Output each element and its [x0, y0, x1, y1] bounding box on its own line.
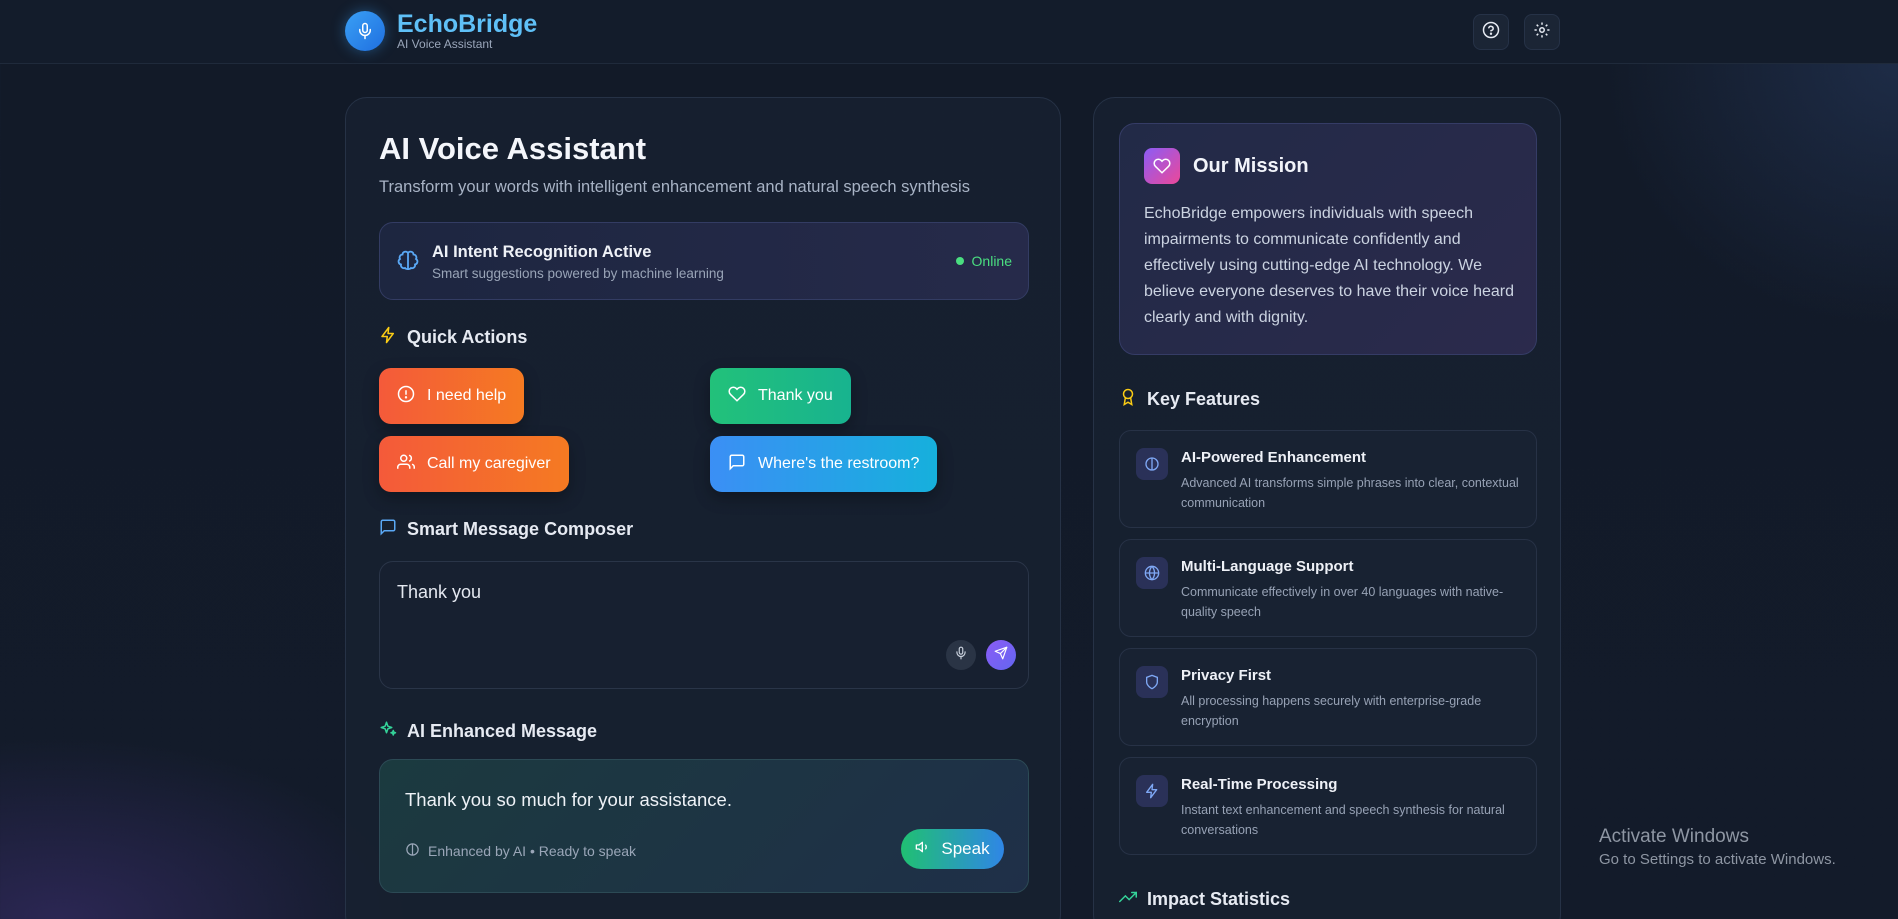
quick-action-restroom[interactable]: Where's the restroom?	[710, 436, 938, 492]
composer-text[interactable]: Thank you	[397, 582, 481, 603]
trending-up-icon	[1119, 888, 1137, 911]
activation-watermark-title: Activate Windows	[1599, 826, 1749, 847]
quick-action-label: Call my caregiver	[427, 455, 551, 472]
feature-item: Real-Time Processing Instant text enhanc…	[1119, 757, 1537, 855]
mission-title: Our Mission	[1193, 155, 1309, 177]
feature-desc: Instant text enhancement and speech synt…	[1181, 803, 1505, 837]
enhanced-message-text: Thank you so much for your assistance.	[405, 789, 732, 810]
alert-circle-icon	[397, 385, 415, 408]
feature-desc: Advanced AI transforms simple phrases in…	[1181, 476, 1519, 510]
quick-action-label: I need help	[427, 387, 507, 404]
send-icon	[994, 646, 1008, 665]
online-dot-icon	[955, 257, 964, 265]
page-subtitle: Transform your words with intelligent en…	[379, 178, 970, 196]
info-panel: Our Mission EchoBridge empowers individu…	[1093, 97, 1561, 919]
heart-icon	[728, 385, 746, 408]
zap-icon	[1136, 775, 1168, 807]
speak-button[interactable]: Speak	[901, 829, 1004, 869]
feature-title: Real-Time Processing	[1181, 776, 1338, 793]
award-icon	[1119, 388, 1137, 411]
enhanced-meta: Enhanced by AI • Ready to speak	[405, 842, 636, 860]
feature-item: Privacy First All processing happens sec…	[1119, 648, 1537, 746]
quick-action-label: Thank you	[758, 387, 833, 404]
microphone-icon	[345, 11, 385, 51]
brain-icon	[396, 249, 420, 278]
speaker-icon	[915, 839, 931, 860]
users-icon	[397, 453, 416, 476]
quick-action-thank-you[interactable]: Thank you	[710, 368, 851, 424]
activation-watermark-subtitle: Go to Settings to activate Windows.	[1599, 851, 1836, 868]
mission-card: Our Mission EchoBridge empowers individu…	[1119, 123, 1537, 355]
intent-subtitle: Smart suggestions powered by machine lea…	[432, 266, 724, 281]
heart-icon	[1144, 148, 1180, 184]
enhanced-message-card: Thank you so much for your assistance. E…	[379, 759, 1029, 893]
impact-statistics-heading: Impact Statistics	[1119, 888, 1290, 911]
key-features-heading: Key Features	[1119, 388, 1260, 411]
feature-desc: Communicate effectively in over 40 langu…	[1181, 585, 1504, 619]
globe-icon	[1136, 557, 1168, 589]
intent-recognition-banner: AI Intent Recognition Active Smart sugge…	[379, 222, 1029, 300]
feature-title: Multi-Language Support	[1181, 558, 1354, 575]
feature-item: Multi-Language Support Communicate effec…	[1119, 539, 1537, 637]
help-circle-icon	[1482, 21, 1500, 44]
gear-icon	[1533, 21, 1551, 44]
status-badge: Online	[955, 253, 1012, 269]
feature-item: AI-Powered Enhancement Advanced AI trans…	[1119, 430, 1537, 528]
top-bar: EchoBridge AI Voice Assistant	[0, 0, 1898, 64]
brand-subtitle: AI Voice Assistant	[397, 37, 493, 51]
quick-action-help[interactable]: I need help	[379, 368, 525, 424]
voice-input-button[interactable]	[946, 640, 976, 670]
help-button[interactable]	[1473, 14, 1509, 50]
feature-desc: All processing happens securely with ent…	[1181, 694, 1482, 728]
quick-action-label: Where's the restroom?	[758, 455, 920, 472]
lightning-icon	[379, 326, 397, 349]
send-button[interactable]	[986, 640, 1016, 670]
sparkles-icon	[379, 720, 397, 743]
quick-action-call-caregiver[interactable]: Call my caregiver	[379, 436, 569, 492]
page-title: AI Voice Assistant	[379, 131, 647, 166]
message-square-icon	[728, 453, 746, 476]
intent-title: AI Intent Recognition Active	[432, 243, 652, 261]
brain-icon	[405, 842, 420, 860]
settings-button[interactable]	[1524, 14, 1560, 50]
brand[interactable]: EchoBridge AI Voice Assistant	[345, 11, 537, 51]
microphone-icon	[954, 646, 968, 665]
quick-actions-heading: Quick Actions	[379, 326, 527, 349]
message-composer-input[interactable]: Thank you	[379, 561, 1029, 689]
assistant-panel: AI Voice Assistant Transform your words …	[345, 97, 1061, 919]
brain-icon	[1136, 448, 1168, 480]
feature-title: Privacy First	[1181, 667, 1272, 684]
enhanced-heading: AI Enhanced Message	[379, 720, 597, 743]
feature-title: AI-Powered Enhancement	[1181, 449, 1367, 466]
message-square-icon	[379, 518, 397, 541]
shield-icon	[1136, 666, 1168, 698]
status-text: Online	[971, 253, 1012, 269]
brand-name: EchoBridge	[397, 10, 538, 38]
mission-body: EchoBridge empowers individuals with spe…	[1144, 205, 1514, 326]
composer-heading: Smart Message Composer	[379, 518, 633, 541]
